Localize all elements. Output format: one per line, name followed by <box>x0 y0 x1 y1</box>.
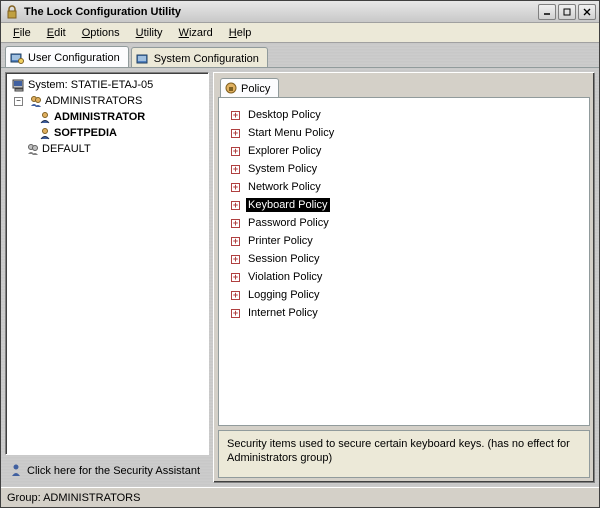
policy-list[interactable]: Desktop Policy Start Menu Policy Explorer … <box>218 97 590 426</box>
config-tab-strip: User Configuration System Configuration <box>1 45 599 67</box>
menu-utility[interactable]: Utility <box>128 25 171 41</box>
tree-node-system[interactable]: System: STATIE-ETAJ-05 <box>8 77 206 93</box>
expand-icon[interactable] <box>231 291 240 300</box>
menu-options[interactable]: Options <box>74 25 128 41</box>
policy-item[interactable]: Printer Policy <box>231 232 577 250</box>
tree-label: DEFAULT <box>42 143 91 155</box>
policy-label: Session Policy <box>246 252 322 266</box>
tree-label: ADMINISTRATORS <box>45 95 142 107</box>
tree-collapse-icon[interactable]: − <box>14 97 23 106</box>
user-config-icon <box>10 51 24 65</box>
policy-label: Internet Policy <box>246 306 320 320</box>
policy-label: Network Policy <box>246 180 323 194</box>
expand-icon[interactable] <box>231 255 240 264</box>
tab-label: System Configuration <box>154 53 259 65</box>
expand-icon[interactable] <box>231 273 240 282</box>
expand-icon[interactable] <box>231 237 240 246</box>
policy-label: Explorer Policy <box>246 144 323 158</box>
tab-label: Policy <box>241 83 270 95</box>
tab-user-configuration[interactable]: User Configuration <box>5 46 129 67</box>
tree-node-administrator[interactable]: ADMINISTRATOR <box>8 109 206 125</box>
policy-item[interactable]: Explorer Policy <box>231 142 577 160</box>
user-icon <box>38 126 52 140</box>
window-title: The Lock Configuration Utility <box>24 6 538 18</box>
tree-view[interactable]: System: STATIE-ETAJ-05 − ADMINISTRATORS … <box>5 72 209 455</box>
minimize-button[interactable] <box>538 4 556 20</box>
tab-system-configuration[interactable]: System Configuration <box>131 47 268 67</box>
tree-label: System: STATIE-ETAJ-05 <box>28 79 153 91</box>
expand-icon[interactable] <box>231 165 240 174</box>
policy-label: Logging Policy <box>246 288 322 302</box>
tab-content: System: STATIE-ETAJ-05 − ADMINISTRATORS … <box>1 67 599 487</box>
policy-item[interactable]: Logging Policy <box>231 286 577 304</box>
group-icon <box>29 94 43 108</box>
policy-item[interactable]: Start Menu Policy <box>231 124 577 142</box>
left-panel: System: STATIE-ETAJ-05 − ADMINISTRATORS … <box>5 72 209 483</box>
policy-description: Security items used to secure certain ke… <box>218 430 590 478</box>
expand-icon[interactable] <box>231 183 240 192</box>
tree-node-default[interactable]: DEFAULT <box>8 141 206 157</box>
security-assistant-link[interactable]: Click here for the Security Assistant <box>5 459 209 483</box>
titlebar: The Lock Configuration Utility <box>1 1 599 23</box>
user-icon <box>38 110 52 124</box>
expand-icon[interactable] <box>231 111 240 120</box>
menu-help[interactable]: Help <box>221 25 260 41</box>
right-panel: Policy Desktop Policy Start Menu Policy Ex… <box>213 72 595 483</box>
tree-label: ADMINISTRATOR <box>54 111 145 123</box>
policy-item[interactable]: Internet Policy <box>231 304 577 322</box>
maximize-button[interactable] <box>558 4 576 20</box>
main-area: User Configuration System Configuration … <box>1 43 599 487</box>
app-window: The Lock Configuration Utility File Edit… <box>0 0 600 508</box>
menu-wizard[interactable]: Wizard <box>171 25 221 41</box>
status-text: Group: ADMINISTRATORS <box>7 492 140 504</box>
policy-label: Desktop Policy <box>246 108 323 122</box>
app-icon <box>4 4 20 20</box>
policy-item[interactable]: Keyboard Policy <box>231 196 577 214</box>
policy-item[interactable]: Password Policy <box>231 214 577 232</box>
expand-icon[interactable] <box>231 309 240 318</box>
close-button[interactable] <box>578 4 596 20</box>
group-icon <box>26 142 40 156</box>
policy-item[interactable]: Network Policy <box>231 178 577 196</box>
policy-label: Violation Policy <box>246 270 324 284</box>
window-controls <box>538 4 596 20</box>
policy-item[interactable]: Session Policy <box>231 250 577 268</box>
menu-edit[interactable]: Edit <box>39 25 74 41</box>
policy-item[interactable]: Violation Policy <box>231 268 577 286</box>
tab-label: User Configuration <box>28 52 120 64</box>
expand-icon[interactable] <box>231 219 240 228</box>
computer-icon <box>12 78 26 92</box>
policy-label: Keyboard Policy <box>246 198 330 212</box>
assistant-icon <box>9 463 23 480</box>
expand-icon[interactable] <box>231 129 240 138</box>
policy-item[interactable]: System Policy <box>231 160 577 178</box>
menu-file[interactable]: File <box>5 25 39 41</box>
policy-label: Start Menu Policy <box>246 126 336 140</box>
statusbar: Group: ADMINISTRATORS <box>1 487 599 507</box>
policy-label: System Policy <box>246 162 319 176</box>
policy-label: Printer Policy <box>246 234 315 248</box>
tree-label: SOFTPEDIA <box>54 127 117 139</box>
assistant-link-text: Click here for the Security Assistant <box>27 465 200 477</box>
policy-item[interactable]: Desktop Policy <box>231 106 577 124</box>
tree-node-softpedia[interactable]: SOFTPEDIA <box>8 125 206 141</box>
system-config-icon <box>136 52 150 66</box>
policy-tab-strip: Policy <box>218 77 590 97</box>
menubar: File Edit Options Utility Wizard Help <box>1 23 599 43</box>
expand-icon[interactable] <box>231 201 240 210</box>
policy-tab-icon <box>225 82 237 97</box>
tree-node-administrators[interactable]: − ADMINISTRATORS <box>8 93 206 109</box>
tab-policy[interactable]: Policy <box>220 78 279 97</box>
policy-label: Password Policy <box>246 216 331 230</box>
expand-icon[interactable] <box>231 147 240 156</box>
